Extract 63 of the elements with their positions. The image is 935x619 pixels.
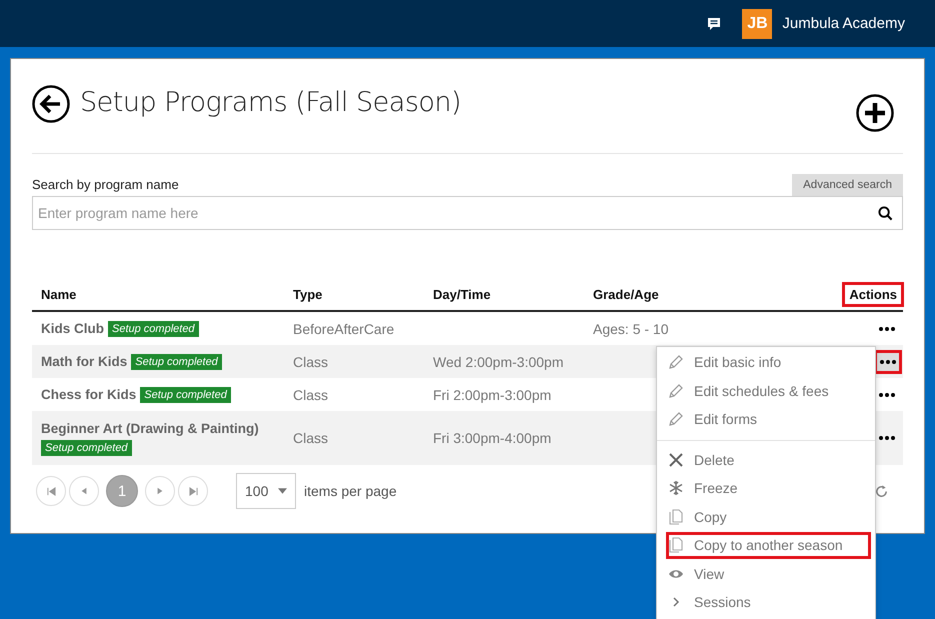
pencil-icon — [668, 411, 684, 428]
table-cell: Class — [293, 430, 328, 446]
table-cell: Ages: 5 - 10 — [593, 320, 668, 336]
last-page-icon — [188, 486, 198, 496]
more-button[interactable] — [874, 350, 902, 374]
last-page-button[interactable] — [178, 476, 208, 506]
page-title: Setup Programs (Fall Season) — [80, 86, 462, 118]
pencil-icon — [668, 382, 684, 399]
program-name: Chess for Kids — [41, 387, 136, 402]
first-page-icon — [46, 486, 56, 496]
pencil-icon — [668, 354, 684, 370]
status-badge: Setup completed — [140, 386, 231, 402]
menu-item[interactable]: Copy to another season — [665, 531, 872, 560]
column-header: Actions — [842, 282, 904, 306]
search-field[interactable]: Enter program name here — [32, 196, 903, 230]
column-header: Type — [293, 286, 322, 302]
menu-item[interactable]: Freeze — [657, 474, 875, 502]
program-name: Kids Club — [41, 321, 104, 336]
org-name[interactable]: Jumbula Academy — [782, 15, 905, 32]
search-icon[interactable] — [878, 206, 893, 221]
copy-icon — [668, 508, 684, 525]
snowflake-icon — [668, 480, 684, 496]
page-button[interactable]: 1 — [106, 475, 138, 507]
triangle-right-icon — [156, 487, 164, 495]
close-icon — [668, 452, 684, 468]
table-cell: Class — [293, 386, 328, 402]
first-page-button[interactable] — [36, 476, 66, 506]
menu-item[interactable]: Sessions — [657, 588, 875, 616]
chat-icon[interactable] — [706, 16, 722, 32]
more-icon — [879, 392, 895, 396]
advanced-search-button[interactable]: Advanced search — [792, 174, 903, 196]
menu-item[interactable]: Edit forms — [657, 405, 875, 434]
page-size-select[interactable]: 100 — [236, 473, 296, 509]
column-header: Name — [41, 286, 76, 302]
menu-item[interactable]: Edit schedules & fees — [657, 376, 875, 405]
program-name: Math for Kids — [41, 354, 128, 369]
program-name: Beginner Art (Drawing & Painting) — [41, 420, 259, 436]
table-cell: Fri 2:00pm-3:00pm — [433, 386, 552, 402]
page-size-label: items per page — [304, 483, 397, 499]
table-cell: BeforeAfterCare — [293, 320, 394, 336]
refresh-icon[interactable] — [874, 484, 889, 498]
menu-item[interactable]: Copy — [657, 502, 875, 531]
status-badge: Setup completed — [131, 354, 222, 370]
logo[interactable]: JB — [742, 8, 772, 38]
more-icon — [880, 360, 896, 364]
menu-item[interactable]: Delete — [657, 446, 875, 474]
table-cell: Fri 3:00pm-4:00pm — [433, 430, 552, 446]
more-icon — [879, 436, 895, 440]
table-cell: Class — [293, 354, 328, 370]
more-icon — [879, 326, 895, 330]
status-badge: Setup completed — [108, 320, 199, 336]
menu-item[interactable]: Edit basic info — [657, 348, 875, 376]
column-header: Grade/Age — [593, 286, 659, 302]
column-header: Day/Time — [433, 286, 491, 302]
triangle-left-icon — [80, 487, 88, 495]
search-label: Search by program name — [32, 177, 179, 192]
table-cell: Wed 2:00pm-3:00pm — [433, 354, 564, 370]
caret-icon — [278, 488, 287, 494]
menu-item[interactable]: View — [657, 560, 875, 588]
back-icon[interactable] — [32, 85, 70, 123]
add-icon[interactable] — [856, 94, 894, 132]
status-badge: Setup completed — [41, 440, 132, 456]
copy-icon — [668, 537, 684, 554]
